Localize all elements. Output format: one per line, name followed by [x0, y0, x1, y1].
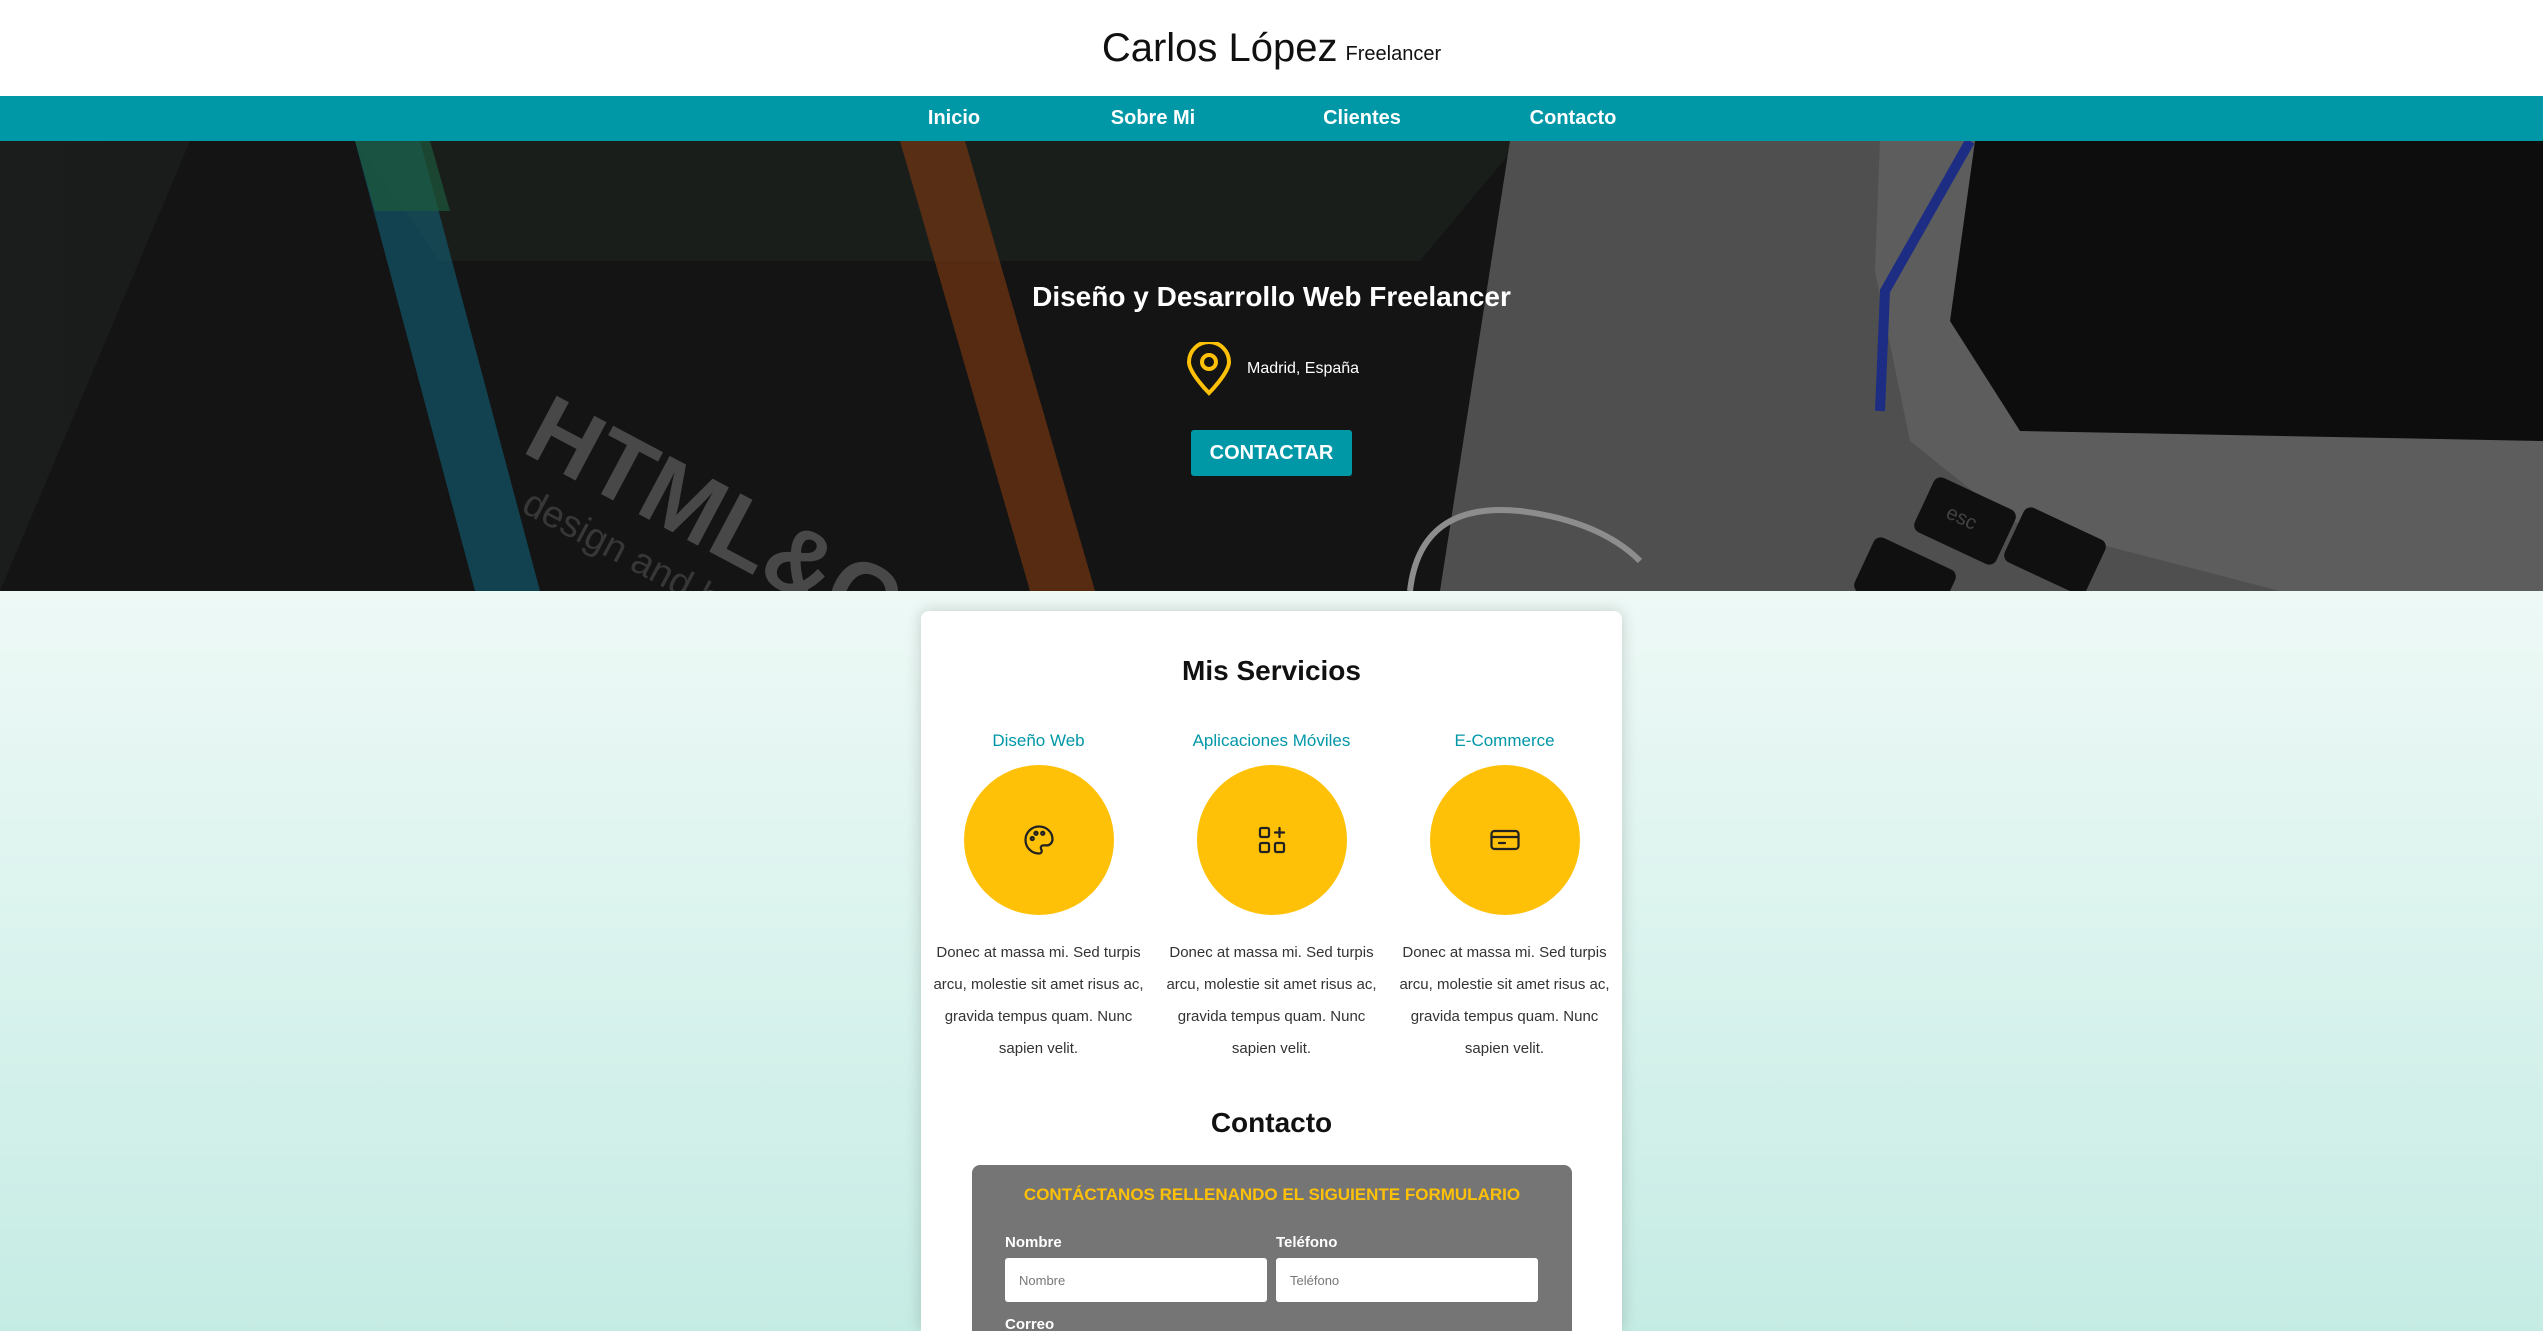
service-name: E-Commerce	[1454, 731, 1555, 750]
service-name: Aplicaciones Móviles	[1192, 731, 1351, 750]
service-name: Diseño Web	[992, 731, 1085, 750]
name-input[interactable]	[1005, 1258, 1267, 1302]
service-mobile-apps: Aplicaciones Móviles Donec at massa mi. …	[1164, 731, 1379, 1065]
location-text: Madrid, España	[1247, 360, 1360, 377]
service-description: Donec at massa mi. Sed turpis arcu, mole…	[1166, 944, 1377, 1057]
hero-location: Madrid, España	[1185, 342, 1359, 396]
hero-section: HTML&CSS design and build websites esc D…	[0, 141, 2543, 591]
phone-input[interactable]	[1276, 1258, 1538, 1302]
map-pin-icon	[1186, 342, 1232, 396]
nav-sobre-mi[interactable]: Sobre Mi	[1111, 96, 1195, 141]
service-description: Donec at massa mi. Sed turpis arcu, mole…	[1399, 944, 1610, 1057]
palette-icon	[1023, 825, 1054, 855]
contact-form: CONTÁCTANOS RELLENANDO EL SIGUIENTE FORM…	[972, 1165, 1572, 1331]
apps-grid-icon	[1258, 826, 1285, 854]
main-card: Mis Servicios Diseño Web Donec at massa …	[921, 611, 1622, 1331]
contact-cta-button[interactable]: CONTACTAR	[1191, 430, 1352, 476]
name-label: Nombre	[1005, 1234, 1062, 1251]
site-title: Carlos López	[1101, 25, 1338, 70]
form-heading: CONTÁCTANOS RELLENANDO EL SIGUIENTE FORM…	[1023, 1185, 1521, 1204]
phone-label: Teléfono	[1276, 1234, 1338, 1251]
site-subtitle: Freelancer	[1345, 42, 1442, 65]
service-icon-circle	[1429, 765, 1580, 915]
contact-title: Contacto	[1210, 1107, 1333, 1138]
site-header: Carlos López Freelancer	[0, 0, 2543, 96]
nav-clientes[interactable]: Clientes	[1323, 96, 1401, 141]
service-icon-circle	[963, 765, 1114, 915]
service-description: Donec at massa mi. Sed turpis arcu, mole…	[933, 944, 1144, 1057]
service-icon-circle	[1196, 765, 1347, 915]
nav-inicio[interactable]: Inicio	[928, 96, 980, 141]
services-title: Mis Servicios	[1182, 655, 1361, 686]
service-ecommerce: E-Commerce Donec at massa mi. Sed turpis…	[1397, 731, 1612, 1065]
email-label: Correo	[1005, 1316, 1055, 1331]
credit-card-icon	[1489, 829, 1520, 851]
service-web-design: Diseño Web Donec at massa mi. Sed turpis…	[931, 731, 1146, 1065]
hero-title: Diseño y Desarrollo Web Freelancer	[1032, 281, 1511, 312]
main-nav: Inicio Sobre Mi Clientes Contacto	[0, 96, 2543, 141]
nav-contacto[interactable]: Contacto	[1530, 96, 1617, 141]
